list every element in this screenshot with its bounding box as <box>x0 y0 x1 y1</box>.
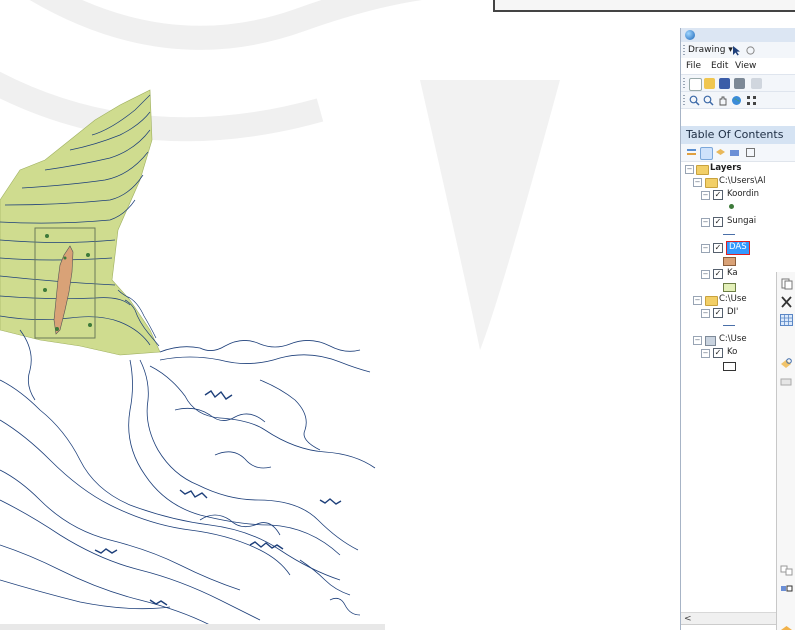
menu-edit[interactable]: Edit <box>711 61 728 71</box>
fill-symbol-icon <box>723 362 736 371</box>
toc-title: Table Of Contents <box>681 126 795 144</box>
window-divider <box>681 624 776 630</box>
layer-label: Ko <box>727 347 738 357</box>
layer-label: Ka <box>727 268 738 278</box>
layer-checkbox[interactable]: ✓ <box>713 243 723 253</box>
open-icon[interactable] <box>704 78 715 89</box>
layer-context-menu <box>776 272 795 630</box>
collapse-icon[interactable]: − <box>701 218 710 227</box>
drawing-menu[interactable]: Drawing ▾ <box>688 45 733 55</box>
symbol-row <box>681 201 741 214</box>
collapse-icon[interactable]: − <box>701 309 710 318</box>
collapse-icon[interactable]: − <box>701 191 710 200</box>
pan-icon[interactable] <box>717 95 728 106</box>
attribute-table-icon[interactable] <box>780 314 793 326</box>
folder-label: C:\Users\Al <box>719 176 766 186</box>
drawing-toolbar: Drawing ▾ <box>681 42 795 59</box>
database-label: C:\Use <box>719 334 747 344</box>
layer-checkbox[interactable]: ✓ <box>713 308 723 318</box>
pointer-icon[interactable] <box>731 45 742 56</box>
layer-label: DI' <box>727 307 739 317</box>
toc-root-layers[interactable]: − Layers <box>681 162 795 175</box>
print-icon[interactable] <box>734 78 745 89</box>
symbol-row <box>681 359 741 372</box>
list-by-drawing-order-icon[interactable] <box>686 147 697 158</box>
symbol-row <box>681 228 741 241</box>
point-symbol-icon <box>729 204 734 209</box>
folder-icon <box>705 296 718 306</box>
layer-checkbox[interactable]: ✓ <box>713 190 723 200</box>
arcmap-window: Drawing ▾ File Edit View Table Of Conten… <box>680 28 795 630</box>
new-icon[interactable] <box>689 78 702 91</box>
toc-layer-koordin[interactable]: − ✓ Koordin <box>681 188 795 201</box>
tools-toolbar <box>681 92 795 109</box>
folder-icon <box>705 178 718 188</box>
contour-clusters <box>94 390 342 606</box>
menu-view[interactable]: View <box>735 61 756 71</box>
layer-checkbox[interactable]: ✓ <box>713 269 723 279</box>
main-menu-bar: File Edit View <box>681 58 795 75</box>
folder-label: C:\Use <box>719 294 747 304</box>
collapse-icon[interactable]: − <box>701 244 710 253</box>
collapse-icon[interactable]: − <box>693 296 702 305</box>
watershed-polygon <box>0 89 161 356</box>
relate-icon[interactable] <box>780 582 793 594</box>
options-icon[interactable] <box>745 147 756 158</box>
toolbar-grip[interactable] <box>683 95 685 105</box>
visible-scale-icon[interactable] <box>780 376 793 388</box>
toolbar-grip[interactable] <box>683 45 685 55</box>
join-icon[interactable] <box>780 564 793 576</box>
layer-checkbox[interactable]: ✓ <box>713 348 723 358</box>
layer-label: Koordin <box>727 189 760 199</box>
copy-icon[interactable] <box>780 278 793 290</box>
map-canvas[interactable] <box>0 0 385 630</box>
rotate-icon[interactable] <box>745 45 756 56</box>
selected-layer-label[interactable]: DAS <box>726 241 750 255</box>
fill-symbol-icon <box>723 257 736 266</box>
symbol-row <box>681 319 741 332</box>
collapse-icon[interactable]: − <box>701 270 710 279</box>
fill-symbol-icon <box>723 283 736 292</box>
globe-icon[interactable] <box>731 95 742 106</box>
toolbar-grip[interactable] <box>683 78 685 88</box>
layer-checkbox[interactable]: ✓ <box>713 217 723 227</box>
cut-icon[interactable] <box>751 78 762 89</box>
layer-label: Sungai <box>727 216 757 226</box>
standard-toolbar <box>681 75 795 92</box>
remove-icon[interactable] <box>780 296 793 308</box>
zoom-to-layer-icon[interactable] <box>780 358 793 370</box>
layers-icon <box>696 165 709 175</box>
save-icon[interactable] <box>719 78 730 89</box>
map-scroll-strip <box>0 624 385 630</box>
zoom-out-icon[interactable] <box>703 95 714 106</box>
database-icon <box>705 336 716 346</box>
line-symbol-icon <box>723 234 735 235</box>
title-bar <box>681 28 795 42</box>
list-by-selection-icon[interactable] <box>729 147 740 158</box>
symbol-row <box>681 254 741 267</box>
collapse-icon[interactable]: − <box>701 349 710 358</box>
contour-lines-lower <box>0 329 376 630</box>
toc-toolbar <box>681 144 795 162</box>
full-extent-icon[interactable] <box>746 95 757 106</box>
collapse-icon[interactable]: − <box>693 336 702 345</box>
collapse-icon[interactable]: − <box>693 178 702 187</box>
list-by-source-icon[interactable] <box>700 147 713 160</box>
toc-layer-das[interactable]: − ✓ DAS <box>681 241 795 255</box>
list-by-visibility-icon[interactable] <box>715 147 726 158</box>
menu-file[interactable]: File <box>686 61 701 71</box>
line-symbol-icon <box>723 325 735 326</box>
arcmap-icon <box>685 30 695 40</box>
symbology-icon[interactable] <box>780 624 793 630</box>
collapse-icon[interactable]: − <box>685 165 694 174</box>
symbol-row <box>681 280 741 293</box>
toc-folder-1[interactable]: − C:\Users\Al <box>681 175 795 188</box>
toc-layer-sungai[interactable]: − ✓ Sungai <box>681 215 795 228</box>
zoom-in-icon[interactable] <box>689 95 700 106</box>
window-frame-edge <box>493 0 795 12</box>
root-label: Layers <box>710 163 742 173</box>
